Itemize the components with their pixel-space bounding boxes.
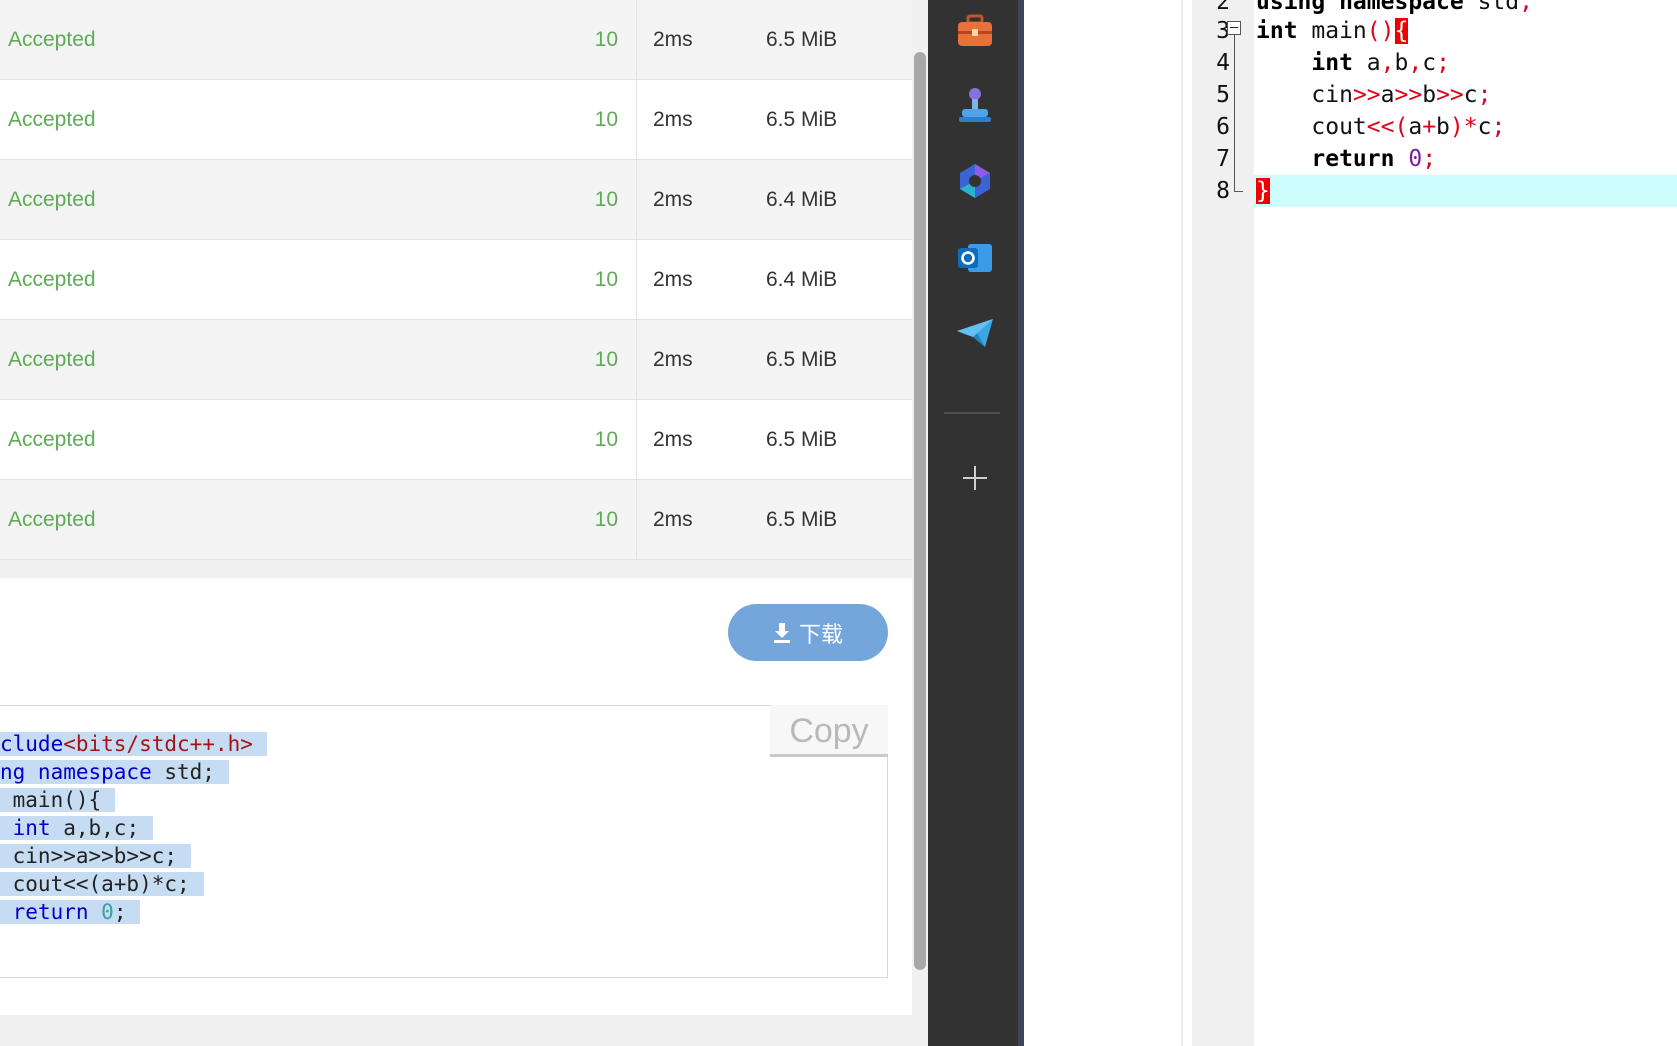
memory-text: 6.5 MiB (766, 428, 838, 451)
table-row: Accepted 10 2ms 6.5 MiB (0, 480, 912, 560)
fold-toggle[interactable] (1227, 21, 1241, 35)
table-row: Accepted 10 2ms 6.5 MiB (0, 400, 912, 480)
line-number: 8 (1216, 178, 1230, 204)
code-line: clude<bits/stdc++.h> (0, 730, 267, 758)
table-row: Accepted 10 2ms 6.4 MiB (0, 160, 912, 240)
column-divider (636, 400, 637, 480)
status-text: Accepted (8, 108, 96, 131)
editor-line: int a,b,c; (1311, 50, 1450, 76)
memory-text: 6.5 MiB (766, 108, 838, 131)
status-text: Accepted (8, 508, 96, 531)
score-text: 10 (594, 268, 618, 291)
toolbox-icon[interactable] (952, 8, 998, 54)
fold-guide-end (1234, 191, 1243, 192)
score-text: 10 (594, 108, 618, 131)
page-footer-strip (0, 1015, 912, 1046)
copilot-icon[interactable] (952, 158, 998, 204)
outlook-icon[interactable] (952, 235, 998, 281)
joystick-icon[interactable] (952, 83, 998, 129)
time-text: 2ms (653, 28, 693, 51)
memory-text: 6.4 MiB (766, 188, 838, 211)
column-divider (636, 480, 637, 560)
plus-icon[interactable] (952, 455, 998, 501)
code-line: ng namespace std; (0, 758, 267, 786)
editor-side-panel (1024, 0, 1192, 1046)
dock-divider (944, 412, 1000, 414)
download-icon (773, 622, 790, 643)
score-text: 10 (594, 508, 618, 531)
line-number: 7 (1216, 146, 1230, 172)
current-line-highlight (1254, 175, 1677, 207)
score-text: 10 (594, 28, 618, 51)
line-number: 6 (1216, 114, 1230, 140)
status-text: Accepted (8, 348, 96, 371)
table-row: Accepted 10 2ms 6.5 MiB (0, 80, 912, 160)
status-text: Accepted (8, 28, 96, 51)
column-divider (636, 160, 637, 240)
status-text: Accepted (8, 188, 96, 211)
code-line: return 0; (0, 898, 267, 926)
app-dock (928, 0, 1022, 1046)
editor-line: return 0; (1311, 146, 1437, 172)
time-text: 2ms (653, 108, 693, 131)
editor-line: } (1256, 178, 1270, 204)
code-line: cout<<(a+b)*c; (0, 870, 267, 898)
source-code: clude<bits/stdc++.h> ng namespace std; m… (0, 730, 267, 926)
column-divider (636, 240, 637, 320)
table-row: Accepted 10 2ms 6.4 MiB (0, 240, 912, 320)
time-text: 2ms (653, 348, 693, 371)
code-line: main(){ (0, 786, 267, 814)
section-divider (0, 560, 912, 578)
results-table: Accepted 10 2ms 6.5 MiB Accepted 10 2ms … (0, 0, 912, 560)
column-divider (636, 0, 637, 80)
scrollbar-thumb[interactable] (914, 52, 926, 970)
submission-results-pane: Accepted 10 2ms 6.5 MiB Accepted 10 2ms … (0, 0, 912, 1046)
status-text: Accepted (8, 268, 96, 291)
editor-line: cout<<(a+b)*c; (1256, 114, 1506, 140)
fold-guide (1234, 35, 1235, 192)
code-line: cin>>a>>b>>c; (0, 842, 267, 870)
score-text: 10 (594, 428, 618, 451)
time-text: 2ms (653, 508, 693, 531)
download-label: 下载 (798, 621, 843, 647)
editor-line: cin>>a>>b>>c; (1256, 82, 1492, 108)
time-text: 2ms (653, 428, 693, 451)
score-text: 10 (594, 348, 618, 371)
table-row: Accepted 10 2ms 6.5 MiB (0, 320, 912, 400)
column-divider (636, 320, 637, 400)
memory-text: 6.5 MiB (766, 28, 838, 51)
memory-text: 6.4 MiB (766, 268, 838, 291)
status-text: Accepted (8, 428, 96, 451)
time-text: 2ms (653, 268, 693, 291)
download-button[interactable]: 下载 (728, 604, 888, 661)
line-number: 5 (1216, 82, 1230, 108)
panel-divider (1181, 0, 1183, 1046)
score-text: 10 (594, 188, 618, 211)
code-line: int a,b,c; (0, 814, 267, 842)
line-number: 4 (1216, 50, 1230, 76)
column-divider (636, 80, 637, 160)
editor-line: int main(){ (1256, 18, 1409, 44)
memory-text: 6.5 MiB (766, 508, 838, 531)
line-number: 3 (1216, 18, 1230, 44)
memory-text: 6.5 MiB (766, 348, 838, 371)
copy-button[interactable]: Copy (770, 705, 888, 757)
table-row: Accepted 10 2ms 6.5 MiB (0, 0, 912, 80)
telegram-icon[interactable] (952, 310, 998, 356)
time-text: 2ms (653, 188, 693, 211)
